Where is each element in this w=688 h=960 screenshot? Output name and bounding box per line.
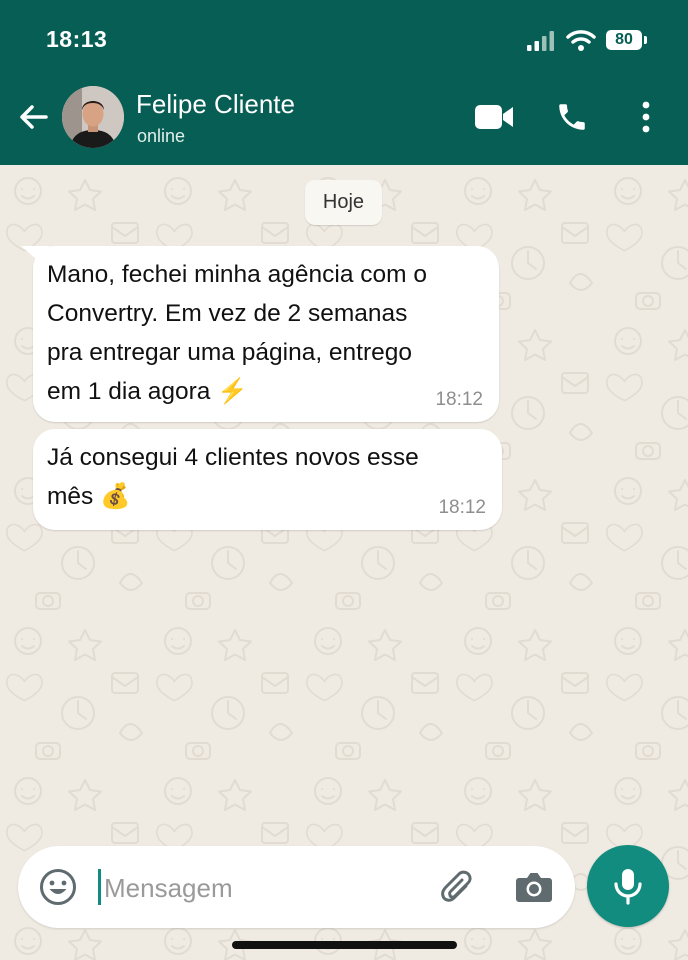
message-time: 18:12 (435, 389, 483, 410)
avatar[interactable] (62, 86, 124, 148)
message-composer (18, 846, 575, 928)
chat-header: 18:13 80 Felipe Cliente online (0, 0, 688, 165)
message-text: Já consegui 4 clientes novos esse mês 💰 (47, 444, 419, 510)
battery-icon: 80 (606, 30, 647, 50)
attach-icon[interactable] (438, 868, 476, 906)
message-bubble[interactable]: Já consegui 4 clientes novos esse mês 💰 … (33, 429, 502, 530)
phone-icon[interactable] (555, 100, 589, 134)
more-vert-icon[interactable] (638, 100, 654, 134)
emoji-icon[interactable] (39, 868, 77, 906)
status-icons: 80 (526, 26, 647, 54)
back-arrow-icon[interactable] (16, 100, 50, 134)
wifi-icon (566, 30, 596, 51)
mic-button[interactable] (587, 845, 669, 927)
message-time: 18:12 (438, 497, 486, 518)
chat-area[interactable]: Hoje Mano, fechei minha agência com o Co… (0, 165, 688, 960)
date-chip: Hoje (305, 180, 382, 225)
text-caret (98, 869, 101, 905)
camera-icon[interactable] (515, 869, 553, 905)
message-input[interactable] (102, 864, 416, 912)
status-time: 18:13 (46, 26, 108, 52)
video-call-icon[interactable] (474, 103, 514, 131)
mic-icon (614, 869, 642, 905)
contact-name[interactable]: Felipe Cliente (136, 89, 295, 120)
home-indicator (232, 941, 457, 949)
signal-icon (527, 31, 554, 51)
contact-status: online (137, 126, 186, 146)
message-bubble[interactable]: Mano, fechei minha agência com o Convert… (33, 246, 499, 422)
message-text: Mano, fechei minha agência com o Convert… (47, 261, 427, 405)
